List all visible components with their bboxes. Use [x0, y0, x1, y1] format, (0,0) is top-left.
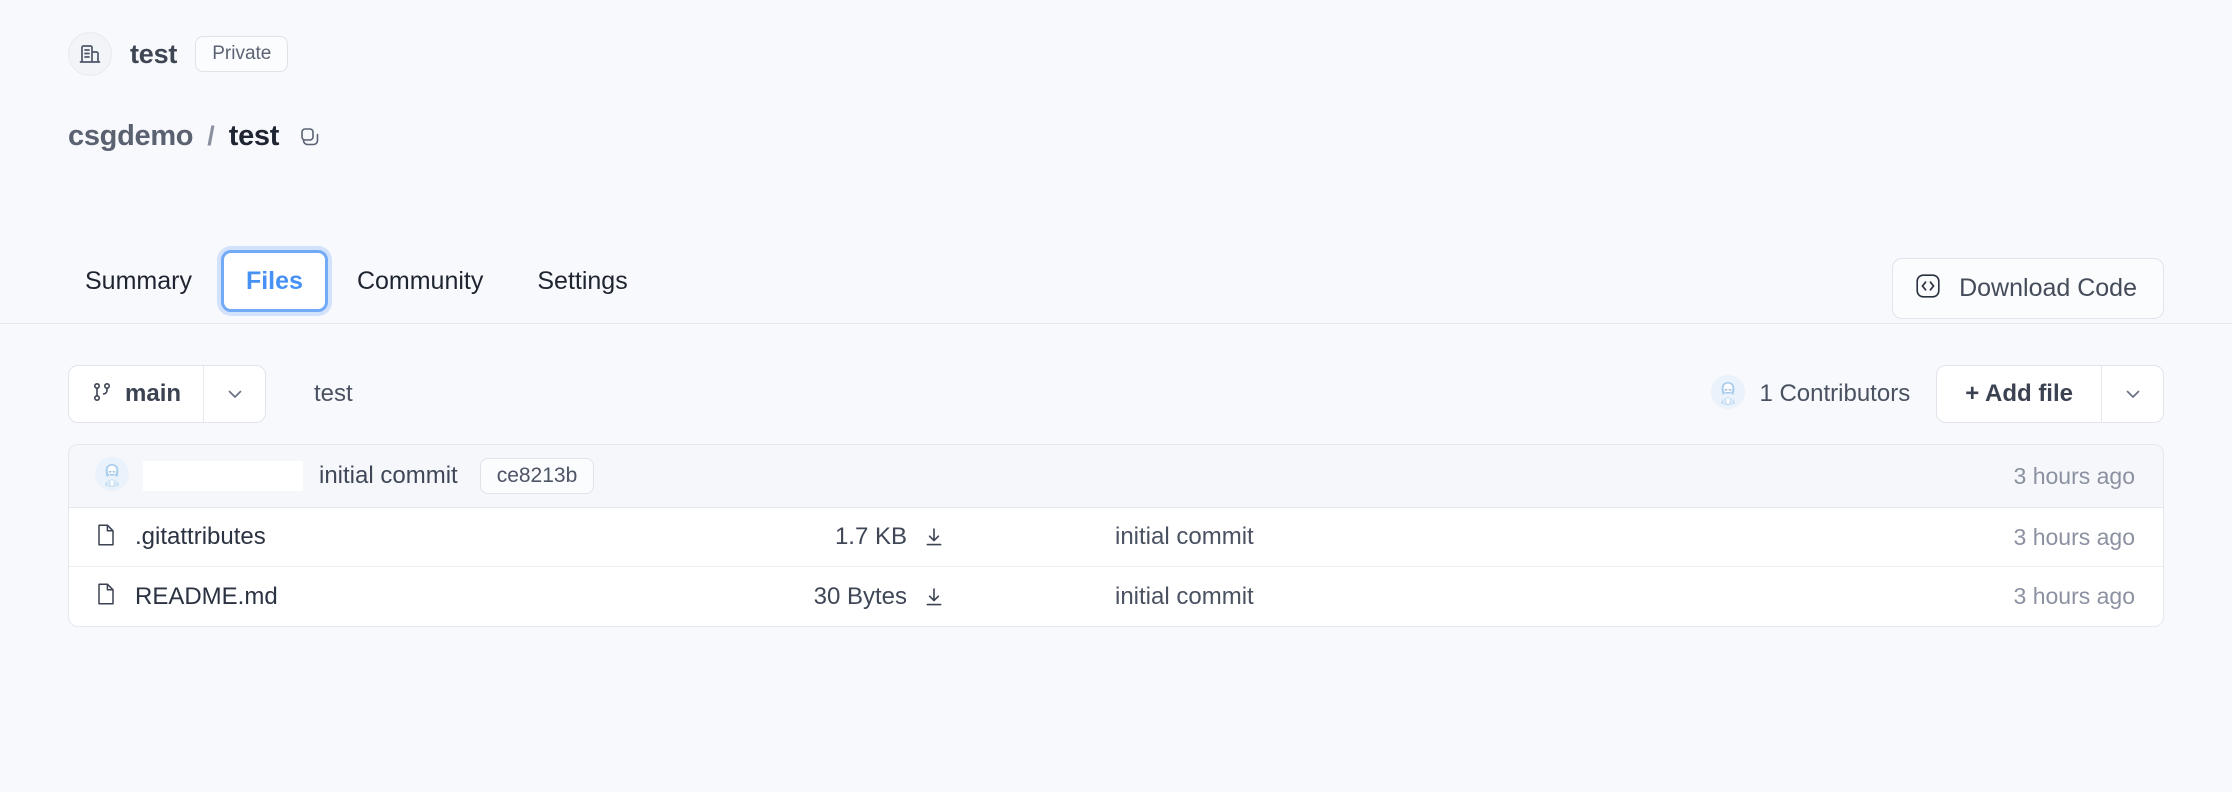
- table-row[interactable]: .gitattributes 1.7 KB initial commit 3 h…: [69, 508, 2163, 567]
- current-path-label: test: [314, 380, 353, 408]
- commit-author-redacted: [143, 461, 303, 491]
- branch-selector[interactable]: main: [68, 365, 266, 423]
- tab-summary[interactable]: Summary: [60, 250, 217, 313]
- avatar: [1711, 375, 1745, 414]
- contributors-count-label: 1 Contributors: [1759, 380, 1910, 408]
- chevron-down-icon[interactable]: [203, 366, 265, 422]
- breadcrumb-repo[interactable]: test: [229, 120, 279, 153]
- tab-community[interactable]: Community: [332, 250, 508, 313]
- file-name-cell: README.md: [95, 582, 735, 611]
- avatar: [95, 457, 129, 496]
- tab-bar: Summary Files Community Settings Downloa…: [0, 238, 2232, 324]
- file-icon: [95, 523, 117, 552]
- code-brackets-icon: [1915, 273, 1941, 304]
- download-icon[interactable]: [923, 526, 945, 548]
- file-commit-message: initial commit: [945, 583, 2014, 611]
- download-code-label: Download Code: [1959, 274, 2137, 303]
- status-badge: Private: [195, 36, 288, 72]
- files-toolbar: main test: [68, 365, 2164, 423]
- file-commit-time: 3 hours ago: [2014, 583, 2135, 610]
- file-name[interactable]: README.md: [135, 583, 278, 611]
- branch-name: main: [125, 380, 181, 408]
- tab-list: Summary Files Community Settings: [60, 238, 653, 324]
- copy-icon[interactable]: [299, 126, 321, 148]
- file-name[interactable]: .gitattributes: [135, 523, 266, 551]
- file-list-card: initial commit ce8213b 3 hours ago .gita…: [68, 444, 2164, 627]
- add-file-button[interactable]: + Add file: [1937, 366, 2101, 422]
- file-name-cell: .gitattributes: [95, 523, 735, 552]
- file-size-cell: 30 Bytes: [735, 583, 945, 611]
- download-icon[interactable]: [923, 586, 945, 608]
- toolbar-right-group: 1 Contributors + Add file: [1711, 365, 2164, 423]
- tab-files[interactable]: Files: [221, 250, 328, 313]
- file-commit-time: 3 hours ago: [2014, 524, 2135, 551]
- git-branch-icon: [91, 381, 113, 408]
- file-size-cell: 1.7 KB: [735, 523, 945, 551]
- table-row[interactable]: README.md 30 Bytes initial commit 3 hour…: [69, 567, 2163, 626]
- contributors-link[interactable]: 1 Contributors: [1711, 375, 1910, 414]
- chevron-down-icon[interactable]: [2101, 366, 2163, 422]
- latest-commit-message[interactable]: initial commit: [319, 462, 458, 490]
- repository-files-page: test Private csgdemo / test Summary File…: [0, 0, 2232, 792]
- commit-sha-badge[interactable]: ce8213b: [480, 458, 595, 494]
- tab-settings[interactable]: Settings: [512, 250, 652, 313]
- breadcrumb-separator: /: [207, 121, 215, 152]
- latest-commit-time: 3 hours ago: [2014, 463, 2135, 490]
- breadcrumb-owner[interactable]: csgdemo: [68, 120, 193, 153]
- file-commit-message: initial commit: [945, 523, 2014, 551]
- latest-commit-left: initial commit ce8213b: [95, 457, 2014, 496]
- file-size: 1.7 KB: [835, 523, 907, 551]
- file-icon: [95, 582, 117, 611]
- organization-building-icon: [68, 32, 112, 76]
- breadcrumb: csgdemo / test: [68, 120, 321, 153]
- repo-header: test Private: [68, 32, 288, 76]
- file-size: 30 Bytes: [814, 583, 907, 611]
- latest-commit-row: initial commit ce8213b 3 hours ago: [69, 445, 2163, 508]
- page-title: test: [130, 39, 177, 70]
- branch-selector-main[interactable]: main: [69, 366, 203, 422]
- download-code-button[interactable]: Download Code: [1892, 258, 2164, 319]
- add-file-group[interactable]: + Add file: [1936, 365, 2164, 423]
